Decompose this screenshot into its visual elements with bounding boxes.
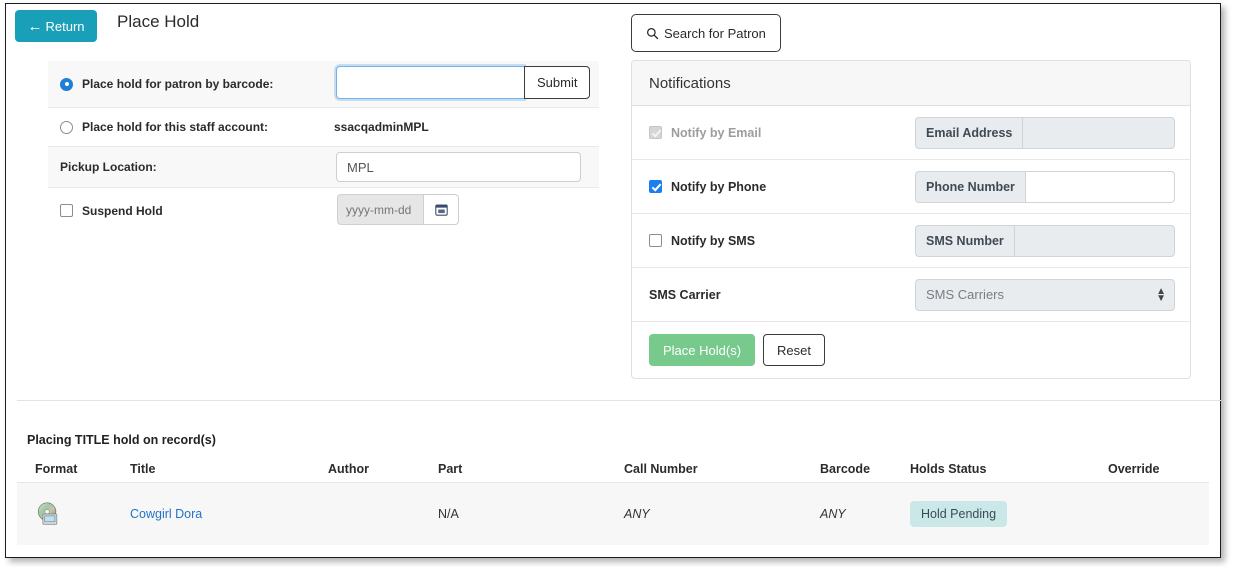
records-table: Format Title Author Part Call Number Bar… bbox=[17, 456, 1209, 545]
dvd-format-icon bbox=[37, 502, 58, 525]
barcode-input-group: Submit bbox=[336, 66, 591, 99]
search-for-patron-label: Search for Patron bbox=[664, 25, 766, 41]
column-header-call-number: Call Number bbox=[624, 462, 698, 476]
search-for-patron-button[interactable]: Search for Patron bbox=[631, 14, 781, 52]
notify-phone-row: Notify by Phone Phone Number bbox=[632, 160, 1190, 214]
notify-sms-row: Notify by SMS SMS Number bbox=[632, 214, 1190, 268]
phone-number-addon: Phone Number bbox=[915, 170, 1025, 203]
staff-account-row-label: Place hold for this staff account: bbox=[82, 120, 269, 134]
notify-phone-checkbox[interactable] bbox=[649, 180, 662, 193]
records-table-header: Format Title Author Part Call Number Bar… bbox=[17, 456, 1209, 483]
notifications-actions: Place Hold(s) Reset bbox=[632, 322, 1190, 378]
staff-account-row: Place hold for this staff account: ssacq… bbox=[48, 108, 599, 147]
suspend-date-input[interactable] bbox=[337, 194, 423, 225]
calendar-icon bbox=[434, 204, 448, 216]
record-barcode-cell: ANY bbox=[820, 507, 846, 521]
pickup-location-row: Pickup Location: bbox=[48, 147, 599, 188]
pickup-location-input[interactable] bbox=[336, 152, 581, 182]
radio-hold-for-staff-account[interactable] bbox=[60, 120, 73, 134]
email-address-group: Email Address bbox=[915, 116, 1175, 149]
records-caption: Placing TITLE hold on record(s) bbox=[27, 433, 216, 447]
column-header-part: Part bbox=[438, 462, 463, 476]
column-header-format: Format bbox=[35, 462, 78, 476]
record-call-number-cell: ANY bbox=[624, 507, 650, 521]
arrow-left-icon: ← bbox=[27, 17, 43, 35]
suspend-date-group bbox=[337, 194, 459, 225]
column-header-author: Author bbox=[328, 462, 369, 476]
notify-email-row: Notify by Email Email Address bbox=[632, 106, 1190, 160]
suspend-hold-checkbox[interactable] bbox=[60, 204, 73, 217]
phone-number-input[interactable] bbox=[1024, 170, 1175, 203]
suspend-hold-row: Suspend Hold bbox=[48, 188, 599, 233]
notify-phone-label: Notify by Phone bbox=[671, 179, 767, 194]
sms-carrier-label: SMS Carrier bbox=[649, 287, 721, 302]
notifications-title: Notifications bbox=[632, 61, 1190, 106]
pickup-location-label: Pickup Location: bbox=[60, 160, 157, 174]
sms-carrier-select-wrap: SMS Carriers ▲ ▼ bbox=[915, 278, 1175, 311]
app-window: ← Return Place Hold Place hold for patro… bbox=[5, 3, 1221, 558]
sms-number-group: SMS Number bbox=[915, 224, 1175, 257]
column-header-holds-status: Holds Status bbox=[910, 462, 987, 476]
suspend-hold-label: Suspend Hold bbox=[82, 203, 163, 218]
notify-email-label: Notify by Email bbox=[671, 125, 762, 140]
sms-carrier-selected-value: SMS Carriers bbox=[926, 287, 1005, 302]
record-holds-status-cell: Hold Pending bbox=[910, 501, 1108, 527]
patron-form-panel: Place hold for patron by barcode: Submit… bbox=[48, 61, 599, 233]
column-header-title: Title bbox=[130, 462, 156, 476]
barcode-input[interactable] bbox=[336, 66, 524, 99]
notify-sms-checkbox[interactable] bbox=[649, 234, 662, 247]
page-title: Place Hold bbox=[117, 12, 200, 31]
record-title-cell: Cowgirl Dora bbox=[130, 507, 328, 521]
record-title-link[interactable]: Cowgirl Dora bbox=[130, 507, 202, 521]
return-button[interactable]: ← Return bbox=[15, 10, 97, 42]
sms-carrier-select[interactable]: SMS Carriers bbox=[915, 278, 1175, 311]
return-button-label: Return bbox=[45, 18, 85, 34]
notify-email-checkbox bbox=[649, 126, 662, 139]
search-icon bbox=[647, 27, 659, 39]
column-header-barcode: Barcode bbox=[820, 462, 871, 476]
sms-carrier-row: SMS Carrier SMS Carriers ▲ ▼ bbox=[632, 268, 1190, 322]
table-row: Cowgirl Dora N/A ANY ANY Hold Pending bbox=[17, 483, 1209, 545]
calendar-icon-button[interactable] bbox=[423, 194, 459, 225]
staff-account-value: ssacqadminMPL bbox=[334, 120, 429, 134]
phone-number-group: Phone Number bbox=[915, 170, 1175, 203]
email-address-input[interactable] bbox=[1022, 116, 1175, 149]
status-badge[interactable]: Hold Pending bbox=[910, 501, 1008, 527]
reset-button[interactable]: Reset bbox=[763, 334, 825, 366]
notify-sms-label: Notify by SMS bbox=[671, 233, 756, 248]
notifications-card: Notifications Notify by Email Email Addr… bbox=[631, 60, 1191, 379]
submit-barcode-button[interactable]: Submit bbox=[524, 66, 591, 99]
screenshot-root: ← Return Place Hold Place hold for patro… bbox=[0, 0, 1234, 567]
record-part-cell: N/A bbox=[438, 507, 459, 521]
place-holds-button[interactable]: Place Hold(s) bbox=[649, 334, 756, 366]
column-header-override: Override bbox=[1108, 462, 1160, 476]
record-format-cell bbox=[17, 501, 130, 527]
sms-number-addon: SMS Number bbox=[915, 224, 1014, 257]
barcode-row-label: Place hold for patron by barcode: bbox=[82, 77, 274, 91]
section-divider bbox=[17, 400, 1221, 401]
barcode-row: Place hold for patron by barcode: Submit bbox=[48, 61, 599, 108]
radio-hold-by-barcode[interactable] bbox=[60, 77, 73, 91]
sms-number-input[interactable] bbox=[1013, 224, 1175, 257]
email-address-addon: Email Address bbox=[915, 116, 1023, 149]
